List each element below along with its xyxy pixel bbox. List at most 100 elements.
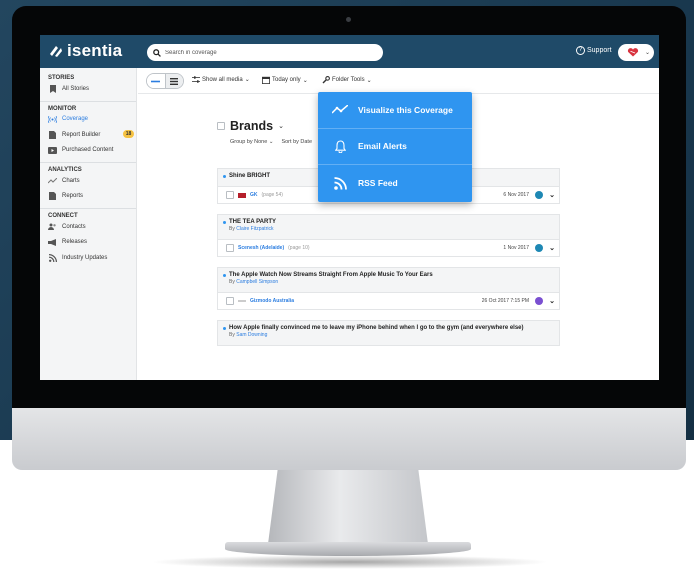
story-date: 26 Oct 2017 7:15 PM — [481, 298, 529, 304]
story-page: (page 54) — [261, 192, 283, 198]
page-title[interactable]: Brands — [230, 119, 273, 133]
story-date: 6 Nov 2017 — [503, 192, 529, 198]
chevron-down-icon: ⌄ — [302, 77, 308, 84]
view-toggle[interactable] — [146, 73, 184, 89]
document-icon — [48, 192, 57, 201]
broadcast-icon — [48, 115, 57, 124]
line-chart-icon — [48, 176, 57, 185]
menu-item-email-alerts[interactable]: Email Alerts — [318, 129, 472, 166]
story-source[interactable]: Gizmodo Australia — [250, 298, 294, 304]
sort-by-select[interactable]: Sort by Date — [281, 139, 312, 145]
folder-tools-label: Folder Tools — [332, 77, 365, 83]
story-checkbox[interactable] — [226, 244, 234, 252]
story-checkbox[interactable] — [226, 191, 234, 199]
rss-icon — [48, 253, 57, 262]
folder-tools-menu: Visualize this Coverage Email Alerts RSS… — [318, 92, 472, 202]
date-range-button[interactable]: Today only ⌄ — [262, 76, 308, 84]
calendar-icon — [262, 76, 270, 84]
story-card[interactable]: THE TEA PARTY By Claire Fitzpatrick Scen… — [217, 214, 560, 257]
sidebar-item-purchased-content[interactable]: Purchased Content — [40, 143, 136, 159]
chevron-down-icon[interactable]: ⌄ — [549, 191, 555, 199]
sidebar-item-charts[interactable]: Charts — [40, 173, 136, 189]
story-source[interactable]: Scenesh (Adelaide) — [238, 245, 284, 251]
sidebar-item-releases[interactable]: Releases — [40, 235, 136, 251]
trend-icon — [332, 105, 348, 114]
wrench-icon — [322, 76, 330, 84]
divider — [40, 100, 136, 102]
story-date: 1 Nov 2017 — [503, 245, 529, 251]
story-author: By Sam Downing — [229, 332, 268, 338]
sidebar-item-contacts[interactable]: Contacts — [40, 219, 136, 235]
sidebar-item-label: Charts — [62, 177, 80, 184]
divider — [40, 162, 136, 163]
chevron-down-icon: ⌄ — [244, 77, 250, 83]
sidebar-item-label: All Stories — [62, 85, 90, 92]
sidebar-item-coverage[interactable]: Coverage — [40, 112, 136, 128]
count-badge: 18 — [123, 130, 134, 138]
story-title[interactable]: How Apple finally convinced me to leave … — [223, 325, 555, 331]
group-by-select[interactable]: Group by None ⌄ — [230, 139, 273, 145]
filter-sliders-icon — [192, 76, 200, 83]
support-label: Support — [587, 47, 612, 54]
help-icon: ? — [576, 46, 585, 55]
story-card[interactable]: The Apple Watch Now Streams Straight Fro… — [217, 267, 560, 310]
chevron-down-icon[interactable]: ⌄ — [549, 297, 555, 305]
top-bar: isentia ? Support ⌄ — [40, 35, 659, 68]
search-input[interactable] — [165, 49, 365, 56]
story-card[interactable]: How Apple finally convinced me to leave … — [217, 320, 560, 346]
menu-item-visualize-coverage[interactable]: Visualize this Coverage — [318, 92, 472, 129]
sidebar-item-reports[interactable]: Reports — [40, 189, 136, 205]
story-source[interactable]: GK — [250, 192, 258, 198]
flag-icon — [238, 192, 246, 198]
source-logo-icon — [238, 300, 246, 302]
monitor-base — [225, 542, 471, 556]
search-bar[interactable] — [147, 44, 383, 61]
app-screen: isentia ? Support ⌄ STORIES — [40, 35, 659, 380]
divider — [40, 208, 136, 209]
menu-item-label: RSS Feed — [358, 178, 398, 189]
list-view-button[interactable] — [147, 74, 165, 88]
unread-dot — [223, 326, 226, 330]
select-all-checkbox[interactable] — [217, 122, 225, 130]
story-title[interactable]: The Apple Watch Now Streams Straight Fro… — [223, 272, 555, 278]
avatar — [627, 48, 639, 57]
webcam — [346, 17, 351, 22]
monitor-stand — [268, 470, 428, 544]
media-type-icon — [535, 244, 543, 252]
chevron-down-icon[interactable]: ⌄ — [549, 244, 555, 252]
media-filter-button[interactable]: Show all media ⌄ — [192, 76, 250, 83]
story-page: (page 10) — [288, 245, 310, 251]
menu-item-rss-feed[interactable]: RSS Feed — [318, 165, 472, 202]
sidebar-item-report-builder[interactable]: Report Builder 18 — [40, 127, 136, 143]
story-checkbox[interactable] — [226, 297, 234, 305]
sidebar-item-label: Reports — [62, 193, 84, 200]
menu-item-label: Email Alerts — [358, 141, 407, 152]
chevron-down-icon[interactable]: ⌄ — [278, 122, 284, 130]
contacts-icon — [48, 222, 57, 231]
sidebar-item-label: Coverage — [62, 116, 89, 123]
unread-dot — [223, 220, 226, 224]
sidebar-item-label: Report Builder — [62, 131, 101, 138]
account-menu[interactable]: ⌄ — [618, 44, 654, 61]
chevron-down-icon: ⌄ — [644, 50, 650, 56]
sidebar-item-all-stories[interactable]: All Stories — [40, 81, 136, 97]
folder-tools-button[interactable]: Folder Tools ⌄ — [322, 76, 372, 84]
logo-mark-icon — [50, 46, 62, 57]
sidebar-item-label: Purchased Content — [62, 147, 114, 154]
isentia-logo[interactable]: isentia — [48, 41, 122, 61]
rss-icon — [332, 177, 348, 190]
monitor-shadow — [150, 555, 550, 569]
compact-view-button[interactable] — [164, 74, 183, 88]
story-source-row: Gizmodo Australia 26 Oct 2017 7:15 PM ⌄ — [218, 292, 559, 309]
story-title[interactable]: THE TEA PARTY — [223, 219, 555, 225]
media-type-icon — [535, 297, 543, 305]
unread-dot — [223, 174, 226, 178]
bookmark-icon — [48, 84, 57, 93]
megaphone-icon — [48, 238, 57, 247]
support-link[interactable]: ? Support — [576, 46, 612, 55]
media-filter-label: Show all media — [202, 76, 243, 83]
play-icon — [48, 146, 57, 155]
folder-header: Brands ⌄ — [217, 119, 284, 133]
sidebar-item-industry-updates[interactable]: Industry Updates — [40, 250, 136, 266]
sidebar: STORIES All Stories MONITOR Coverage Rep… — [40, 68, 137, 380]
